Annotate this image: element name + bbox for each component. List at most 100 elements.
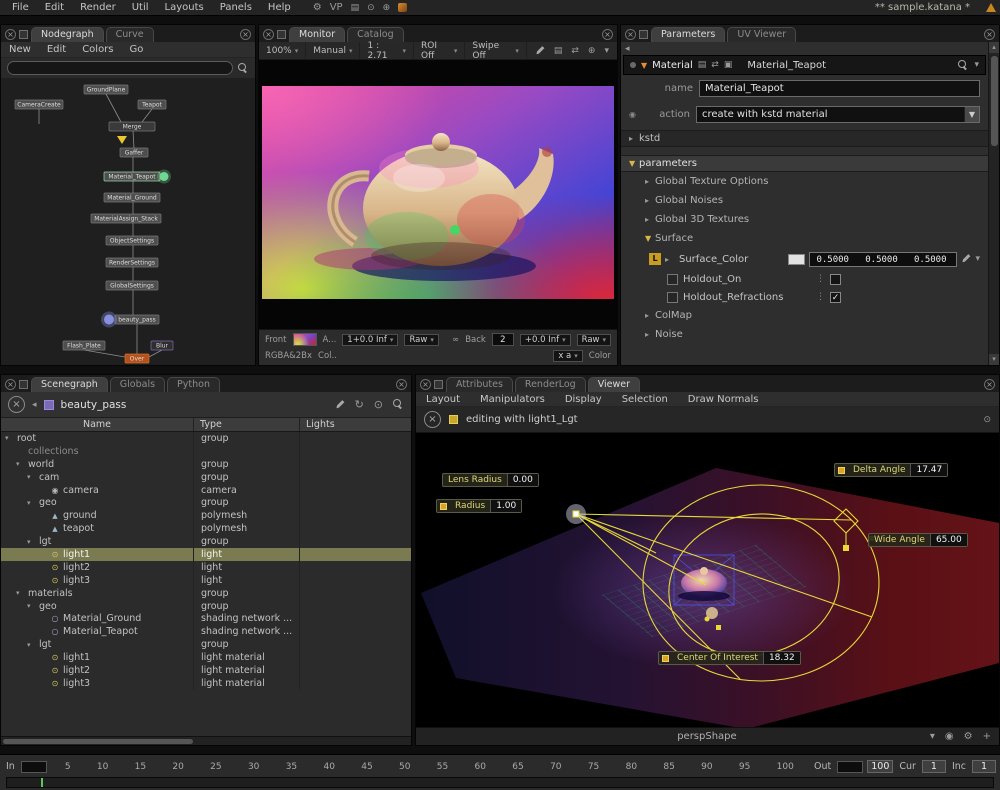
teleport-icon[interactable]: ▣ <box>724 60 733 70</box>
stop-editing-icon[interactable]: × <box>424 411 441 428</box>
scroll-up-icon[interactable]: ▴ <box>989 42 999 53</box>
chevron-down-icon[interactable]: ▼ <box>964 107 979 122</box>
timeline-tick-85[interactable]: 85 <box>663 762 674 772</box>
wide-angle-value[interactable]: 65.00 <box>930 534 967 546</box>
timeline-tick-35[interactable]: 35 <box>286 762 297 772</box>
chevron-down-icon[interactable]: ▾ <box>930 731 935 742</box>
lens-radius-value[interactable]: 0.00 <box>507 474 538 486</box>
menubar-menu-file[interactable]: File <box>4 2 37 13</box>
holdout-on-checkbox[interactable] <box>830 274 841 285</box>
out-field[interactable] <box>837 761 863 773</box>
tab-nodegraph[interactable]: Nodegraph <box>31 27 104 42</box>
tab-python[interactable]: Python <box>167 377 220 392</box>
search-icon[interactable] <box>958 60 969 71</box>
collapse-arrow-icon[interactable]: ▸ <box>645 330 655 339</box>
node-Merge[interactable]: Merge <box>109 122 155 131</box>
scroll-left-icon[interactable]: ◂ <box>625 44 630 54</box>
node-Teapot[interactable]: Teapot <box>138 100 166 109</box>
menubar-menu-util[interactable]: Util <box>124 2 157 13</box>
scenegraph-row-geo[interactable]: ▾geogroup <box>1 496 411 509</box>
collapse-arrow-icon[interactable]: ▸ <box>645 215 655 224</box>
viewer-menu-display[interactable]: Display <box>565 394 602 405</box>
param-group-global-3d-textures[interactable]: ▸Global 3D Textures <box>621 210 988 229</box>
timeline-tick-30[interactable]: 30 <box>248 762 259 772</box>
swipe-select[interactable]: Swipe Off▾ <box>465 42 527 59</box>
light-color-swatch[interactable] <box>449 415 458 424</box>
scenegraph-row-world[interactable]: ▾worldgroup <box>1 458 411 471</box>
expander-icon[interactable]: ▾ <box>5 434 14 442</box>
front-raw-select[interactable]: Raw▾ <box>404 334 438 346</box>
node-RenderSettings[interactable]: RenderSettings <box>106 258 158 267</box>
timeline-tick-60[interactable]: 60 <box>475 762 486 772</box>
scenegraph-row-teapot[interactable]: ▲teapotpolymesh <box>1 522 411 535</box>
expand-arrow-icon[interactable]: ▼ <box>629 159 639 168</box>
back-arrow-icon[interactable]: ◂ <box>32 400 37 410</box>
expander-icon[interactable]: ▾ <box>27 473 36 481</box>
collapse-arrow-icon[interactable]: ▸ <box>645 177 655 186</box>
scenegraph-row-materials[interactable]: ▾materialsgroup <box>1 587 411 600</box>
scenegraph-row-geo[interactable]: ▾geogroup <box>1 600 411 613</box>
delta-angle-value[interactable]: 17.47 <box>910 464 947 476</box>
color-swatch[interactable] <box>788 254 805 265</box>
swap-icon[interactable]: ⇄ <box>571 46 579 56</box>
viewer-menu-selection[interactable]: Selection <box>622 394 668 405</box>
split-icon[interactable] <box>19 30 28 39</box>
scenegraph-row-light2[interactable]: ⊙light2light <box>1 561 411 574</box>
front-colorspace-label[interactable]: Col.. <box>318 351 337 361</box>
material-node-header[interactable]: ▼ Material ▤ ⇄ ▣ Material_Teapot ▾ <box>623 55 986 75</box>
node-search-input[interactable] <box>7 61 233 75</box>
inc-value[interactable]: 1 <box>972 760 996 773</box>
roi-select[interactable]: ROI Off▾ <box>414 42 465 59</box>
scenegraph-row-camera[interactable]: ◉cameracamera <box>1 484 411 497</box>
close-icon[interactable]: × <box>5 29 16 40</box>
view-flag-icon[interactable] <box>117 136 127 144</box>
wide-angle-chip[interactable]: Wide Angle 65.00 <box>868 533 968 547</box>
split-icon[interactable] <box>19 380 28 389</box>
collapse-arrow-icon[interactable]: ▸ <box>629 134 639 143</box>
display-icon[interactable]: ▤ <box>351 3 360 13</box>
drag-handle-icon[interactable]: ⋮ <box>816 292 825 302</box>
lens-radius-chip[interactable]: Lens Radius 0.00 <box>442 473 539 487</box>
close-icon[interactable]: × <box>263 29 274 40</box>
horizontal-scrollbar[interactable] <box>1 736 411 745</box>
nodegraph-menu-go[interactable]: Go <box>122 44 152 55</box>
split-icon[interactable] <box>434 380 443 389</box>
timeline-tick-100[interactable]: 100 <box>777 762 794 772</box>
chevron-down-icon[interactable]: ▾ <box>604 46 609 56</box>
expand-arrow-icon[interactable]: ▼ <box>645 234 655 243</box>
scenegraph-row-Material_Ground[interactable]: ○Material_Groundshading network ... <box>1 612 411 625</box>
timeline-tick-25[interactable]: 25 <box>210 762 221 772</box>
scenegraph-row-ground[interactable]: ▲groundpolymesh <box>1 509 411 522</box>
name-input[interactable] <box>699 80 980 97</box>
colmap-section-header[interactable]: ▸ ColMap <box>621 306 988 325</box>
noise-section-header[interactable]: ▸ Noise <box>621 325 988 344</box>
timeline-tick-55[interactable]: 55 <box>437 762 448 772</box>
timeline-tick-10[interactable]: 10 <box>97 762 108 772</box>
timeline-tick-70[interactable]: 70 <box>550 762 561 772</box>
tab-globals[interactable]: Globals <box>110 377 165 392</box>
expander-icon[interactable]: ▾ <box>27 538 36 546</box>
link-icon[interactable]: ⇄ <box>711 60 719 70</box>
param-state-badge[interactable] <box>667 292 678 303</box>
expander-icon[interactable]: ▾ <box>16 460 25 468</box>
node-ObjectSettings[interactable]: ObjectSettings <box>106 236 158 245</box>
timeline-tick-65[interactable]: 65 <box>512 762 523 772</box>
lock-compare-icon[interactable]: ∞ <box>452 335 459 345</box>
close-icon[interactable]: × <box>625 29 636 40</box>
expander-icon[interactable]: ▾ <box>27 641 36 649</box>
kstd-section-header[interactable]: ▸ kstd <box>621 130 988 147</box>
tab-monitor[interactable]: Monitor <box>289 27 345 42</box>
tab-renderlog[interactable]: RenderLog <box>515 377 586 392</box>
holdout-refractions-checkbox[interactable]: ✓ <box>830 292 841 303</box>
close-icon[interactable]: × <box>420 379 431 390</box>
node-GroundPlane[interactable]: GroundPlane <box>84 85 128 94</box>
column-type[interactable]: Type <box>193 418 299 431</box>
scenegraph-row-light3[interactable]: ⊙light3light <box>1 574 411 587</box>
node-beauty_pass[interactable]: beauty_pass <box>101 312 159 328</box>
front-a-label[interactable]: A... <box>323 335 337 345</box>
local-value-badge[interactable]: L <box>649 253 661 265</box>
settings-icon[interactable]: ⚙ <box>964 731 973 742</box>
scroll-down-icon[interactable]: ▾ <box>989 354 999 365</box>
add-icon[interactable]: + <box>983 731 991 742</box>
camera-icon[interactable]: ◉ <box>945 731 954 742</box>
